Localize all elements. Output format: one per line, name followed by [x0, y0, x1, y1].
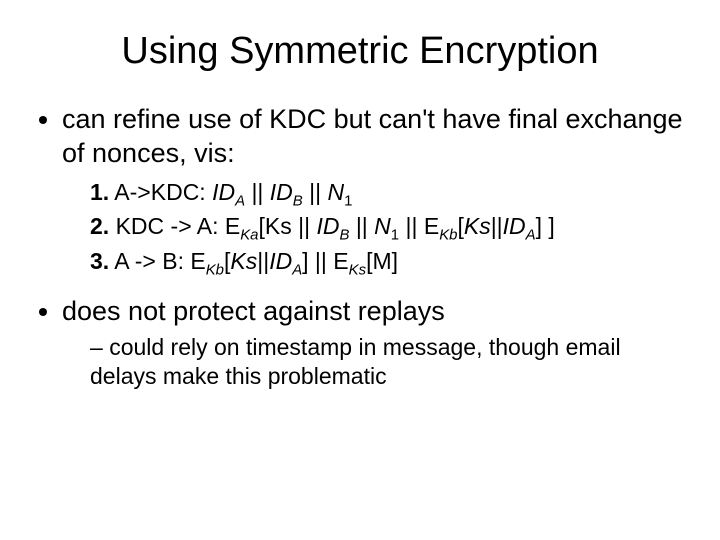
step-3: 3. A -> B: EKb[Ks||IDA] || EKs[M] [90, 246, 690, 281]
protocol-steps: 1. A->KDC: IDA || IDB || N1 2. KDC -> A:… [62, 177, 690, 281]
bullet-2-text: does not protect against replays [62, 296, 445, 326]
step-1-prefix: A->KDC: [109, 179, 212, 205]
step-3-prefix: A -> B: [109, 248, 190, 274]
step-1-num: 1. [90, 179, 109, 205]
step-3-body: EKb[Ks||IDA] || EKs[M] [190, 248, 398, 274]
step-1: 1. A->KDC: IDA || IDB || N1 [90, 177, 690, 212]
step-2-prefix: KDC -> A: [109, 213, 225, 239]
step-2-num: 2. [90, 213, 109, 239]
bullet-1: can refine use of KDC but can't have fin… [62, 103, 690, 281]
step-2: 2. KDC -> A: EKa[Ks || IDB || N1 || EKb[… [90, 211, 690, 246]
bullet-2-sub-text: could rely on timestamp in message, thou… [90, 334, 621, 390]
step-3-num: 3. [90, 248, 109, 274]
bullet-2-sublist: could rely on timestamp in message, thou… [62, 333, 690, 393]
bullet-list: can refine use of KDC but can't have fin… [30, 103, 690, 392]
step-2-body: EKa[Ks || IDB || N1 || EKb[Ks||IDA] ] [225, 213, 555, 239]
slide: Using Symmetric Encryption can refine us… [0, 0, 720, 540]
step-1-body: IDA || IDB || N1 [212, 179, 352, 205]
bullet-2-sub: could rely on timestamp in message, thou… [90, 333, 690, 393]
bullet-1-text: can refine use of KDC but can't have fin… [62, 104, 683, 168]
bullet-2: does not protect against replays could r… [62, 295, 690, 393]
slide-title: Using Symmetric Encryption [30, 30, 690, 73]
